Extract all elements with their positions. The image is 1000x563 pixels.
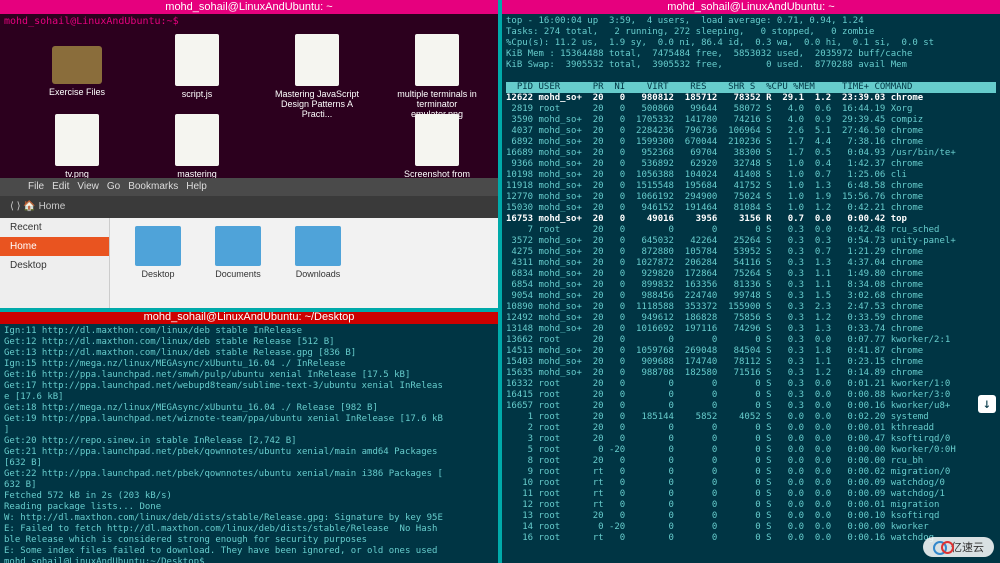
terminal-pane-right: mohd_sohail@LinuxAndUbuntu: ~ top - 16:0…	[502, 0, 1000, 563]
menu-item[interactable]: Edit	[52, 181, 69, 192]
process-row: 10 root rt 0 0 0 0 S 0.0 0.0 0:00.09 wat…	[506, 478, 945, 488]
terminal-body[interactable]: mohd_sohail@LinuxAndUbuntu:~$ Exercise F…	[0, 14, 498, 310]
process-row: 4311 mohd_so+ 20 0 1027872 206284 54116 …	[506, 258, 923, 268]
desktop-icon[interactable]: multiple terminals in terminator emulato…	[392, 34, 482, 119]
process-row: 6892 mohd_so+ 20 0 1599300 670044 210236…	[506, 137, 923, 147]
menu-item[interactable]: Bookmarks	[128, 181, 178, 192]
process-row: 11 root rt 0 0 0 0 S 0.0 0.0 0:00.09 wat…	[506, 489, 945, 499]
process-row: 12492 mohd_so+ 20 0 949612 186828 75856 …	[506, 313, 923, 323]
file-icon	[175, 114, 219, 166]
process-row: 11918 mohd_so+ 20 0 1515548 195684 41752…	[506, 181, 923, 191]
file-icon	[415, 34, 459, 86]
file-icon	[415, 114, 459, 166]
process-row: 13 root 20 0 0 0 0 S 0.0 0.0 0:00.10 kso…	[506, 511, 939, 521]
process-row: 15030 mohd_so+ 20 0 946152 191464 81084 …	[506, 203, 923, 213]
menu-item[interactable]: View	[77, 181, 99, 192]
terminal-pane-bottom-left: mohd_sohail@LinuxAndUbuntu: ~/Desktop Ig…	[0, 310, 498, 563]
process-row: 16689 mohd_so+ 20 0 952368 69704 38300 S…	[506, 148, 956, 158]
process-row: 8 root 20 0 0 0 0 S 0.0 0.0 0:00.00 rcu_…	[506, 456, 923, 466]
process-row: 4037 mohd_so+ 20 0 2284236 796736 106964…	[506, 126, 923, 136]
process-row: 9054 mohd_so+ 20 0 988456 224740 99748 S…	[506, 291, 923, 301]
process-row: 16 root rt 0 0 0 0 S 0.0 0.0 0:00.16 wat…	[506, 533, 934, 543]
folder-icon	[52, 46, 102, 84]
process-row: 14513 mohd_so+ 20 0 1059768 269048 84504…	[506, 346, 923, 356]
process-row: 16753 mohd_so+ 20 0 49016 3956 3156 R 0.…	[506, 214, 907, 224]
process-row: 12770 mohd_so+ 20 0 1066192 294900 75024…	[506, 192, 923, 202]
watermark: 亿速云	[923, 537, 994, 557]
breadcrumb[interactable]: ⟨ ⟩ 🏠 Home	[0, 196, 498, 218]
terminal-output[interactable]: Ign:11 http://dl.maxthon.com/linux/deb s…	[0, 324, 498, 563]
menu-item[interactable]: Help	[186, 181, 207, 192]
process-row: 10890 mohd_so+ 20 0 1118588 353372 15590…	[506, 302, 923, 312]
folder-item[interactable]: Desktop	[118, 226, 198, 310]
menubar[interactable]: File Edit View Go Bookmarks Help	[0, 178, 498, 196]
desktop-icon[interactable]: Exercise Files	[32, 34, 122, 97]
file-grid[interactable]: DesktopDocumentsDownloads	[110, 218, 498, 310]
sidebar-item[interactable]: Desktop	[0, 256, 109, 275]
process-row: 16415 root 20 0 0 0 0 S 0.3 0.0 0:00.88 …	[506, 390, 950, 400]
icon-label: Mastering JavaScript Design Patterns A P…	[272, 89, 362, 119]
titlebar[interactable]: mohd_sohail@LinuxAndUbuntu: ~	[502, 0, 1000, 14]
menu-item[interactable]: Go	[107, 181, 120, 192]
icon-label: script.js	[152, 89, 242, 99]
process-row: 7 root 20 0 0 0 0 S 0.3 0.0 0:42.48 rcu_…	[506, 225, 939, 235]
sidebar-item[interactable]: Recent	[0, 218, 109, 237]
folder-icon	[295, 226, 341, 266]
process-row: 16657 root 20 0 0 0 0 S 0.3 0.0 0:00.16 …	[506, 401, 950, 411]
vertical-splitter[interactable]	[498, 0, 502, 563]
desktop-icon[interactable]: mastering	[152, 114, 242, 179]
process-row: 16332 root 20 0 0 0 0 S 0.3 0.0 0:01.21 …	[506, 379, 950, 389]
process-row: 15635 mohd_so+ 20 0 988708 182580 71516 …	[506, 368, 923, 378]
sidebar-item[interactable]: Home	[0, 237, 109, 256]
process-row: 10198 mohd_so+ 20 0 1056388 104024 41408…	[506, 170, 907, 180]
folder-icon	[215, 226, 261, 266]
process-row: 14 root 0 -20 0 0 0 S 0.0 0.0 0:00.00 kw…	[506, 522, 929, 532]
file-manager-window[interactable]: File Edit View Go Bookmarks Help ⟨ ⟩ 🏠 Home R…	[0, 178, 498, 310]
titlebar[interactable]: mohd_sohail@LinuxAndUbuntu: ~	[0, 0, 498, 14]
sidebar[interactable]: RecentHomeDesktop	[0, 218, 110, 310]
file-icon	[295, 34, 339, 86]
desktop-icon[interactable]: script.js	[152, 34, 242, 99]
process-row: 3590 mohd_so+ 20 0 1705332 141780 74216 …	[506, 115, 923, 125]
process-row: 3 root 20 0 0 0 0 S 0.0 0.0 0:00.47 ksof…	[506, 434, 950, 444]
process-row: 2 root 20 0 0 0 0 S 0.0 0.0 0:00.01 kthr…	[506, 423, 934, 433]
process-row: 15403 mohd_so+ 20 0 909688 174740 78112 …	[506, 357, 923, 367]
desktop-icon[interactable]: Screenshot from	[392, 114, 482, 179]
desktop-icon[interactable]: tv.png	[32, 114, 122, 179]
process-row: 6854 mohd_so+ 20 0 899832 163356 81336 S…	[506, 280, 923, 290]
top-output[interactable]: top - 16:00:04 up 3:59, 4 users, load av…	[502, 14, 1000, 563]
process-row: 9 root rt 0 0 0 0 S 0.0 0.0 0:00.02 migr…	[506, 467, 950, 477]
top-header: PID USER PR NI VIRT RES SHR S %CPU %MEM …	[506, 82, 996, 93]
folder-icon	[135, 226, 181, 266]
scroll-down-icon[interactable]: ↓	[978, 395, 996, 413]
process-row: 1 root 20 0 185144 5852 4052 S 0.0 0.0 0…	[506, 412, 929, 422]
terminal-pane-top-left: mohd_sohail@LinuxAndUbuntu: ~ mohd_sohai…	[0, 0, 498, 310]
process-row: 13148 mohd_so+ 20 0 1016692 197116 74296…	[506, 324, 923, 334]
process-row: 12622 mohd_so+ 20 0 980812 185712 78352 …	[506, 93, 923, 103]
titlebar[interactable]: mohd_sohail@LinuxAndUbuntu: ~/Desktop	[0, 310, 498, 324]
icon-label: Exercise Files	[32, 87, 122, 97]
process-row: 9366 mohd_so+ 20 0 536892 62920 32748 S …	[506, 159, 923, 169]
process-row: 6834 mohd_so+ 20 0 929820 172864 75264 S…	[506, 269, 923, 279]
process-row: 12 root rt 0 0 0 0 S 0.0 0.0 0:00.01 mig…	[506, 500, 939, 510]
process-row: 2819 root 20 0 500860 99644 58072 S 4.0 …	[506, 104, 912, 114]
process-row: 4275 mohd_so+ 20 0 872880 105784 53952 S…	[506, 247, 923, 257]
process-row: 3572 mohd_so+ 20 0 645032 42264 25264 S …	[506, 236, 956, 246]
shell-prompt: mohd_sohail@LinuxAndUbuntu:~$	[4, 16, 179, 27]
file-icon	[55, 114, 99, 166]
folder-item[interactable]: Documents	[198, 226, 278, 310]
menu-item[interactable]: File	[28, 181, 44, 192]
folder-item[interactable]: Downloads	[278, 226, 358, 310]
file-icon	[175, 34, 219, 86]
process-row: 5 root 0 -20 0 0 0 S 0.0 0.0 0:00.00 kwo…	[506, 445, 956, 455]
horizontal-splitter[interactable]	[0, 308, 498, 312]
desktop-icon[interactable]: Mastering JavaScript Design Patterns A P…	[272, 34, 362, 119]
process-row: 13662 root 20 0 0 0 0 S 0.3 0.0 0:07.77 …	[506, 335, 950, 345]
